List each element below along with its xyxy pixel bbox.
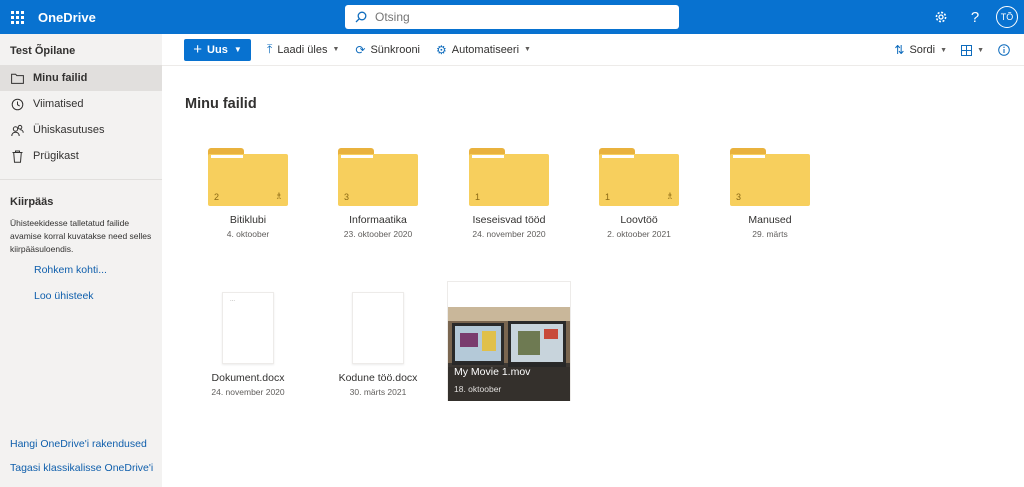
sidebar-item-label: Ühiskasutuses: [33, 124, 105, 136]
search-box[interactable]: [345, 5, 679, 29]
help-icon: ?: [970, 8, 980, 26]
upload-button[interactable]: ⤒ Laadi üles ▼: [267, 42, 339, 57]
folder-item-count: 3: [736, 192, 742, 202]
folder-tile[interactable]: 1 Iseseisvad tööd 24. november 2020: [444, 148, 574, 239]
command-bar: + Uus ▼ ⤒ Laadi üles ▼ ⟳ Sünkrooni ⚙ Aut…: [162, 34, 1024, 66]
trash-icon: [12, 150, 23, 163]
get-apps-link[interactable]: Hangi OneDrive'i rakendused: [10, 438, 147, 450]
file-date: 24. november 2020: [211, 387, 285, 397]
chevron-down-icon: ▼: [524, 46, 531, 53]
folder-date: 23. oktoober 2020: [343, 229, 413, 239]
folder-item-count: 1: [475, 192, 481, 202]
folder-name[interactable]: Loovtöö: [574, 214, 704, 226]
chevron-down-icon: ▼: [940, 46, 948, 54]
document-thumbnail: [352, 292, 404, 364]
nav-list: Minu failid Viimatised Ühiskasutuses Prü…: [0, 65, 162, 169]
sidebar-divider: [0, 179, 162, 180]
more-places-link[interactable]: Rohkem kohti...: [34, 264, 107, 276]
folder-tile[interactable]: 3 Informaatika 23. oktoober 2020: [313, 148, 443, 239]
chevron-down-icon: ▼: [977, 46, 984, 54]
search-icon: [355, 11, 367, 23]
video-date: 18. oktoober: [454, 384, 502, 394]
create-shared-library-link[interactable]: Loo ühisteek: [34, 290, 94, 302]
sidebar-item-my-files[interactable]: Minu failid: [0, 65, 162, 91]
gear-icon: [935, 11, 947, 23]
sidebar-item-recycle-bin[interactable]: Prügikast: [0, 143, 162, 169]
folder-tile[interactable]: 3 Manused 29. märts: [705, 148, 835, 239]
upload-label: Laadi üles: [277, 43, 328, 56]
folder-icon: 1 ♗: [599, 148, 679, 206]
sort-label: Sordi: [909, 44, 936, 56]
folder-date: 2. oktoober 2021: [607, 229, 671, 239]
user-name: Test Õpilane: [10, 45, 76, 57]
history-icon: [11, 98, 24, 110]
automate-icon: ⚙: [436, 42, 447, 57]
chevron-down-icon: ▼: [332, 46, 340, 53]
new-button[interactable]: + Uus ▼: [184, 38, 251, 61]
folder-icon: 2 ♗: [208, 148, 288, 206]
folder-tile[interactable]: 2 ♗ Bitiklubi 4. oktoober: [183, 148, 313, 239]
file-name[interactable]: Dokument.docx: [183, 372, 313, 384]
folder-item-count: 3: [344, 192, 350, 202]
folder-date: 24. november 2020: [472, 229, 546, 239]
sync-label: Sünkrooni: [370, 43, 421, 56]
upload-icon: ⤒: [267, 42, 273, 56]
view-options-button[interactable]: ▼: [961, 44, 984, 56]
sidebar-item-recent[interactable]: Viimatised: [0, 91, 162, 117]
sidebar-item-label: Minu failid: [33, 72, 88, 84]
app-name[interactable]: OneDrive: [38, 10, 96, 25]
sort-button[interactable]: ⇅ Sordi ▼: [894, 43, 947, 57]
details-pane-button[interactable]: [998, 44, 1010, 56]
avatar[interactable]: TÕ: [996, 6, 1018, 28]
settings-button[interactable]: [924, 0, 958, 34]
shared-icon: ♗: [274, 191, 283, 201]
shared-icon: ♗: [665, 191, 674, 201]
sort-icon: ⇅: [894, 43, 905, 57]
folder-icon: [11, 73, 24, 84]
automate-button[interactable]: ⚙ Automatiseeri ▼: [436, 43, 531, 57]
video-name[interactable]: My Movie 1.mov: [454, 366, 530, 378]
folder-name[interactable]: Bitiklubi: [183, 214, 313, 226]
search-input[interactable]: [375, 10, 655, 24]
app-launcher-button[interactable]: [0, 0, 34, 34]
people-icon: [11, 124, 24, 136]
folder-icon: 1: [469, 148, 549, 206]
new-button-label: Uus: [207, 43, 228, 56]
file-tile[interactable]: ... Dokument.docx 24. november 2020: [183, 292, 313, 397]
grid-view-icon: [961, 44, 973, 56]
file-name[interactable]: Kodune töö.docx: [313, 372, 443, 384]
folder-item-count: 2: [214, 192, 220, 202]
sidebar-item-label: Prügikast: [33, 150, 79, 162]
automate-label: Automatiseeri: [451, 43, 520, 56]
waffle-icon: [10, 10, 24, 24]
chevron-down-icon: ▼: [233, 45, 242, 54]
folder-icon: 3: [730, 148, 810, 206]
sync-icon: ⟳: [355, 42, 366, 57]
document-thumbnail: ...: [222, 292, 274, 364]
sync-button[interactable]: ⟳ Sünkrooni: [355, 43, 420, 57]
folder-name[interactable]: Informaatika: [313, 214, 443, 226]
folder-name[interactable]: Manused: [705, 214, 835, 226]
sidebar-item-shared[interactable]: Ühiskasutuses: [0, 117, 162, 143]
video-tile[interactable]: My Movie 1.mov 18. oktoober: [447, 281, 571, 401]
quick-access-description: Ühisteekidesse talletatud failide avamis…: [10, 218, 152, 254]
folder-date: 29. märts: [752, 229, 788, 239]
file-tile[interactable]: Kodune töö.docx 30. märts 2021: [313, 292, 443, 397]
folder-tile[interactable]: 1 ♗ Loovtöö 2. oktoober 2021: [574, 148, 704, 239]
folder-icon: 3: [338, 148, 418, 206]
page-title: Minu failid: [185, 96, 257, 112]
plus-icon: +: [193, 41, 203, 58]
sidebar-item-label: Viimatised: [33, 98, 84, 110]
info-icon: [998, 44, 1010, 56]
file-date: 30. märts 2021: [349, 387, 407, 397]
classic-onedrive-link[interactable]: Tagasi klassikalisse OneDrive'i: [10, 462, 153, 474]
folder-date: 4. oktoober: [226, 229, 270, 239]
help-button[interactable]: ?: [958, 0, 992, 34]
suite-header: OneDrive ? TÕ: [0, 0, 1024, 34]
folder-item-count: 1: [605, 192, 611, 202]
folder-name[interactable]: Iseseisvad tööd: [444, 214, 574, 226]
quick-access-title: Kiirpääs: [10, 196, 54, 208]
left-nav: Test Õpilane Minu failid Viimatised Ühis…: [0, 34, 162, 487]
